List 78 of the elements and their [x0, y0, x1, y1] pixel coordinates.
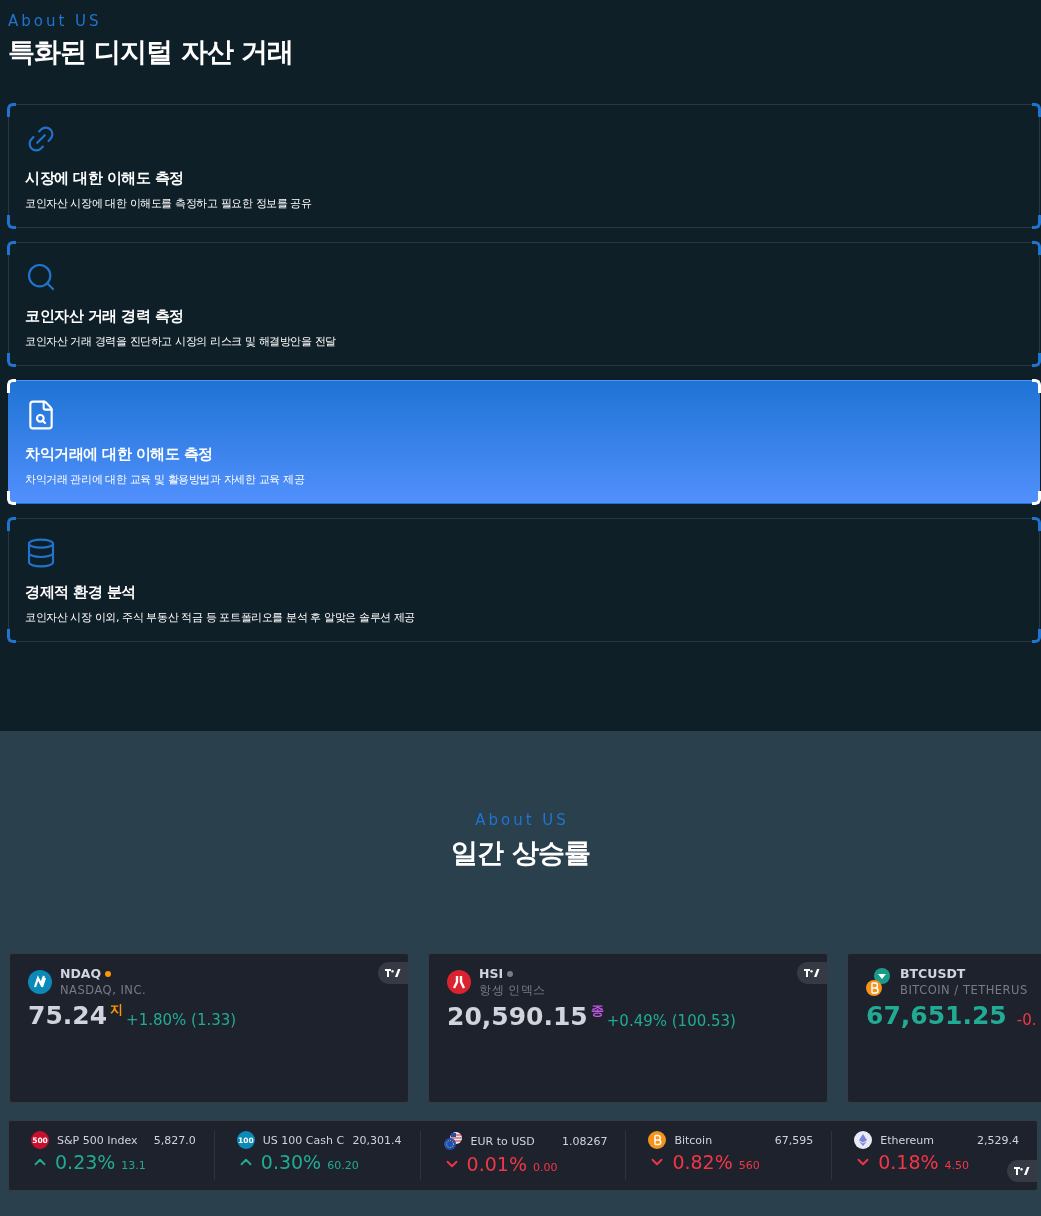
ticker-name[interactable]: EUR to USD [470, 1134, 554, 1148]
ticker-percent: 0.30% [260, 1151, 322, 1173]
section-eyebrow: About US [7, 12, 102, 30]
ticker-price: 20,301.4 [352, 1133, 402, 1147]
corner-bracket [1032, 241, 1041, 255]
ticker-percent: 0.23% [55, 1151, 116, 1173]
price-suffix: 지 [110, 1001, 124, 1019]
ticker-amount: 0.00 [532, 1161, 558, 1174]
nasdaq-logo-icon [28, 970, 52, 994]
corner-bracket [7, 103, 16, 117]
corner-bracket [1032, 517, 1041, 531]
corner-bracket [1032, 103, 1041, 117]
ticker-amount: 60.20 [327, 1159, 359, 1172]
feature-title: 시장에 대한 이해도 측정 [25, 169, 184, 188]
corner-bracket [7, 241, 16, 255]
section-title: 일간 상승률 [451, 836, 590, 870]
ticker-name[interactable]: Ethereum [880, 1133, 969, 1147]
corner-bracket [1032, 215, 1041, 229]
corner-bracket [7, 353, 16, 367]
section-eyebrow: About US [474, 811, 569, 829]
ethereum-icon [854, 1131, 873, 1149]
corner-bracket [7, 629, 16, 643]
ticker-price: 5,827.0 [153, 1133, 196, 1147]
instrument-name: BITCOIN / TETHERUS [900, 983, 1028, 997]
symbol-label: HSI [479, 966, 504, 981]
symbol-label: NDAQ [60, 966, 102, 981]
ticker-percent: 0.82% [672, 1151, 733, 1173]
corner-bracket [7, 517, 16, 531]
ticker-name[interactable]: S&P 500 Index [57, 1133, 146, 1147]
ticker-price: 2,529.4 [977, 1133, 1019, 1147]
price-value: 67,651.25 [866, 1001, 1007, 1030]
instrument-name: NASDAQ, INC. [60, 983, 147, 997]
tradingview-logo-icon[interactable] [1007, 1160, 1037, 1182]
feature-title: 코인자산 거래 경력 측정 [25, 307, 184, 326]
feature-card[interactable]: 차익거래에 대한 이해도 측정 차익거래 관리에 대한 교육 및 활용방법과 자세한 교육 제공 [8, 380, 1040, 504]
feature-card[interactable]: 시장에 대한 이해도 측정 코인자산 시장에 대한 이해도를 측정하고 필요한 정보를 공유 [8, 104, 1040, 228]
price-change: +0.49% (100.53) [606, 1012, 736, 1030]
feature-card[interactable]: 코인자산 거래 경력 측정 코인자산 거래 경력을 진단하고 시장의 리스크 및 해결방안을 전달 [8, 242, 1040, 366]
ticker-price: 67,595 [774, 1133, 814, 1147]
price-change: -0. [1016, 1011, 1037, 1029]
corner-bracket [1032, 629, 1041, 643]
corner-bracket [7, 379, 16, 393]
ticker-percent: 0.18% [878, 1151, 939, 1173]
ticker-name[interactable]: US 100 Cash C [262, 1133, 345, 1147]
ticker-name[interactable]: Bitcoin [674, 1133, 767, 1147]
instrument-name: 항셍 인덱스 [479, 983, 546, 998]
feature-description: 코인자산 시장에 대한 이해도를 측정하고 필요한 정보를 공유 [25, 196, 312, 211]
search-icon [25, 261, 57, 293]
corner-bracket [1032, 379, 1041, 393]
corner-bracket [1032, 353, 1041, 367]
bitcoin-icon [648, 1131, 667, 1149]
feature-description: 차익거래 관리에 대한 교육 및 활용방법과 자세한 교육 제공 [25, 472, 305, 487]
ticker-percent: 0.01% [466, 1153, 527, 1175]
ticker-amount: 13.1 [121, 1159, 146, 1172]
corner-bracket [7, 215, 16, 229]
symbol-label: BTCUSDT [900, 966, 966, 981]
corner-bracket [1032, 491, 1041, 505]
feature-card[interactable]: 경제적 환경 분석 코인자산 시장 이외, 주식 부동산 적금 등 포트폴리오를 분석 후 알맞은 솔루션 제공 [8, 518, 1040, 642]
hsi-logo-icon [447, 970, 471, 994]
ticker-amount: 560 [738, 1159, 760, 1172]
price-value: 75.24 [28, 1001, 108, 1030]
database-icon [25, 537, 57, 569]
feature-title: 경제적 환경 분석 [25, 583, 136, 602]
corner-bracket [7, 491, 16, 505]
feature-title: 차익거래에 대한 이해도 측정 [25, 445, 213, 464]
tradingview-logo-icon[interactable] [378, 962, 408, 984]
feature-description: 코인자산 시장 이외, 주식 부동산 적금 등 포트폴리오를 분석 후 알맞은 솔루션 제공 [25, 610, 416, 625]
price-value: 20,590.15 [447, 1002, 588, 1031]
currency-flags-icon [442, 1131, 463, 1151]
feature-description: 코인자산 거래 경력을 진단하고 시장의 리스크 및 해결방안을 전달 [25, 334, 336, 349]
coin-pair-icon [866, 968, 892, 996]
price-suffix: 종 [590, 1002, 604, 1020]
section-title: 특화된 디지털 자산 거래 [8, 35, 294, 69]
quote-card[interactable]: BTCUSDT BITCOIN / TETHERUS 67,651.25 -0. [847, 953, 1041, 1103]
price-change: +1.80% (1.33) [126, 1011, 237, 1029]
tradingview-logo-icon[interactable] [797, 962, 827, 984]
ticker-price: 1.08267 [561, 1134, 608, 1148]
ticker-amount: 4.50 [944, 1159, 970, 1172]
